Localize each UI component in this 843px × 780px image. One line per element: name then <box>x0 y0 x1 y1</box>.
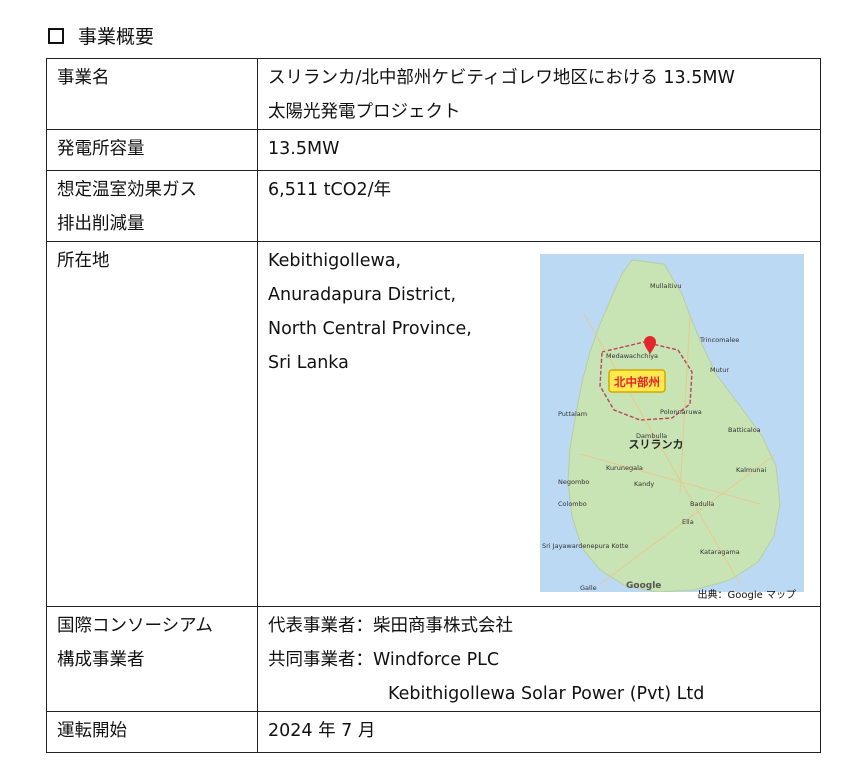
place-label: Kalmunai <box>736 466 766 474</box>
lead-company: 柴田商事株式会社 <box>373 616 513 636</box>
consortium-label: 国際コンソーシアム 構成事業者 <box>46 606 258 712</box>
place-label: Kandy <box>634 480 654 488</box>
project-overview-table: 事業名 スリランカ/北中部州ケビティゴレワ地区における 13.5MW 太陽光発電… <box>46 58 821 753</box>
location-cell: Kebithigollewa, Anuradapura District, No… <box>268 242 820 604</box>
place-label: Polonnaruwa <box>660 408 702 416</box>
table-row: 事業名 スリランカ/北中部州ケビティゴレワ地区における 13.5MW 太陽光発電… <box>46 58 821 130</box>
place-label: Trincomalee <box>699 336 739 344</box>
google-logo: Google <box>626 581 661 591</box>
place-label: Colombo <box>558 500 587 508</box>
capacity-value: 13.5MW <box>257 129 821 171</box>
table-row: 発電所容量 13.5MW <box>46 129 821 171</box>
place-label: Mutur <box>710 366 729 374</box>
project-name-label: 事業名 <box>46 58 258 130</box>
province-label: 北中部州 <box>614 375 660 389</box>
reduction-value: 6,511 tCO2/年 <box>257 170 821 242</box>
consortium-label-line: 国際コンソーシアム <box>57 616 213 636</box>
place-label: Galle <box>580 584 597 592</box>
consortium-label-line: 構成事業者 <box>57 650 145 670</box>
partner-company: Windforce PLC <box>373 650 500 670</box>
place-label: Badulla <box>690 500 714 508</box>
lead-company-line: 代表事業者：柴田商事株式会社 <box>268 609 820 643</box>
map-credit: 出典：Google マップ <box>697 590 796 601</box>
partner-company-line: 共同事業者：Windforce PLC <box>268 643 820 677</box>
checkbox-icon <box>48 27 64 44</box>
table-row: 所在地 Kebithigollewa, Anuradapura District… <box>46 241 821 607</box>
place-label: Kurunegala <box>606 464 643 472</box>
project-name-line: 太陽光発電プロジェクト <box>268 102 461 122</box>
place-label: Puttalam <box>558 410 587 418</box>
capacity-label: 発電所容量 <box>46 129 258 171</box>
location-value: Kebithigollewa, Anuradapura District, No… <box>257 241 821 607</box>
map-canvas: 北中部州 スリランカ Medawachchiya Trincomalee Mul… <box>540 254 804 592</box>
partner-company-line: Kebithigollewa Solar Power (Pvt) Ltd <box>388 684 705 704</box>
place-label: Ella <box>682 518 694 526</box>
section-title: 事業概要 <box>78 26 155 48</box>
start-label: 運転開始 <box>46 711 258 753</box>
location-label: 所在地 <box>46 241 258 607</box>
place-label: Batticaloa <box>728 426 761 434</box>
lead-prefix: 代表事業者： <box>268 616 373 636</box>
project-name-line: スリランカ/北中部州ケビティゴレワ地区における 13.5MW <box>268 68 735 88</box>
table-row: 国際コンソーシアム 構成事業者 代表事業者：柴田商事株式会社 共同事業者：Win… <box>46 606 821 712</box>
place-label: Kataragama <box>700 548 740 556</box>
table-row: 想定温室効果ガス 排出削減量 6,511 tCO2/年 <box>46 170 821 242</box>
place-label: Dambulla <box>636 432 667 440</box>
place-label: Medawachchiya <box>606 352 658 360</box>
start-value: 2024 年 7 月 <box>257 711 821 753</box>
reduction-label: 想定温室効果ガス 排出削減量 <box>46 170 258 242</box>
section-heading: 事業概要 <box>48 22 154 49</box>
reduction-label-line: 想定温室効果ガス <box>57 180 197 200</box>
table-row: 運転開始 2024 年 7 月 <box>46 711 821 753</box>
sri-lanka-map: 北中部州 スリランカ Medawachchiya Trincomalee Mul… <box>540 254 804 592</box>
place-label: Mullaitivu <box>650 282 681 290</box>
place-label: Sri Jayawardenepura Kotte <box>542 542 628 550</box>
partner-prefix: 共同事業者： <box>268 650 373 670</box>
place-label: Negombo <box>558 478 589 486</box>
consortium-value: 代表事業者：柴田商事株式会社 共同事業者：Windforce PLC Kebit… <box>257 606 821 712</box>
reduction-label-line: 排出削減量 <box>57 214 145 234</box>
project-name-value: スリランカ/北中部州ケビティゴレワ地区における 13.5MW 太陽光発電プロジェ… <box>257 58 821 130</box>
